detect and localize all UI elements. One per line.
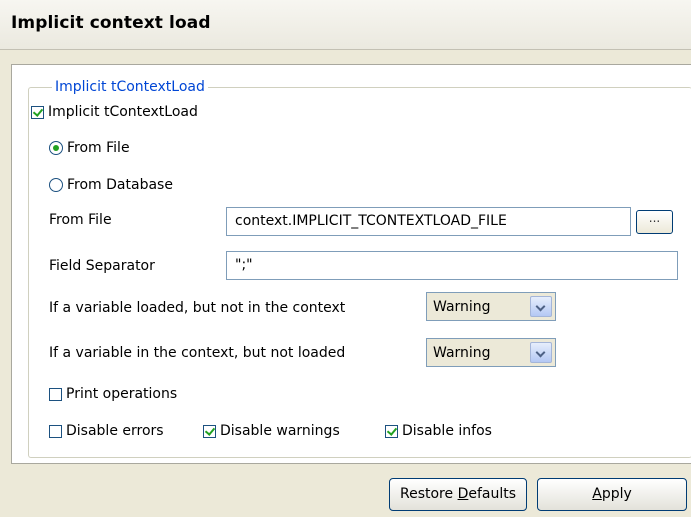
from-database-radio-label: From Database: [67, 177, 173, 193]
apply-suffix: pply: [601, 486, 632, 502]
group-legend: Implicit tContextLoad: [52, 79, 208, 95]
disable-infos-checkbox[interactable]: Disable infos: [385, 420, 492, 442]
checkbox-checked-icon[interactable]: [31, 105, 44, 119]
in-context-not-loaded-select[interactable]: Warning: [426, 338, 556, 367]
apply-mnemonic: A: [592, 486, 602, 502]
restore-defaults-mnemonic: D: [457, 486, 469, 502]
from-database-radio[interactable]: From Database: [49, 174, 173, 196]
from-file-input[interactable]: context.IMPLICIT_TCONTEXTLOAD_FILE: [226, 207, 631, 236]
checkbox-unchecked-icon[interactable]: [49, 424, 62, 438]
implicit-tcontextload-checkbox[interactable]: Implicit tContextLoad: [31, 101, 198, 123]
print-operations-checkbox[interactable]: Print operations: [49, 383, 177, 405]
from-file-field-label: From File: [49, 212, 112, 228]
checkbox-unchecked-icon[interactable]: [49, 387, 62, 401]
field-separator-label: Field Separator: [49, 258, 155, 274]
disable-infos-label: Disable infos: [402, 423, 492, 439]
browse-file-button[interactable]: ...: [636, 210, 673, 234]
chevron-down-icon[interactable]: [530, 296, 552, 317]
radio-unselected-icon[interactable]: [49, 178, 63, 192]
checkbox-checked-icon[interactable]: [385, 424, 398, 438]
in-context-not-loaded-value: Warning: [433, 344, 491, 361]
implicit-tcontextload-label: Implicit tContextLoad: [48, 104, 198, 120]
preference-page-header: Implicit context load: [0, 0, 691, 50]
radio-selected-icon[interactable]: [49, 141, 63, 155]
restore-defaults-suffix: efaults: [468, 486, 517, 502]
restore-defaults-button[interactable]: Restore Defaults: [389, 478, 527, 511]
page-title: Implicit context load: [11, 13, 211, 33]
from-file-radio-label: From File: [67, 140, 130, 156]
restore-defaults-prefix: Restore: [399, 486, 458, 502]
field-separator-input[interactable]: ";": [226, 251, 678, 280]
loaded-not-in-context-label: If a variable loaded, but not in the con…: [49, 300, 346, 316]
apply-button[interactable]: Apply: [537, 478, 687, 511]
disable-errors-checkbox[interactable]: Disable errors: [49, 420, 164, 442]
in-context-not-loaded-label: If a variable in the context, but not lo…: [49, 345, 346, 361]
from-file-radio[interactable]: From File: [49, 137, 130, 159]
loaded-not-in-context-value: Warning: [433, 298, 491, 315]
chevron-down-icon[interactable]: [530, 342, 552, 363]
disable-errors-label: Disable errors: [66, 423, 164, 439]
disable-warnings-checkbox[interactable]: Disable warnings: [203, 420, 340, 442]
print-operations-label: Print operations: [66, 386, 178, 402]
checkbox-checked-icon[interactable]: [203, 424, 216, 438]
loaded-not-in-context-select[interactable]: Warning: [426, 292, 556, 321]
disable-warnings-label: Disable warnings: [220, 423, 340, 439]
